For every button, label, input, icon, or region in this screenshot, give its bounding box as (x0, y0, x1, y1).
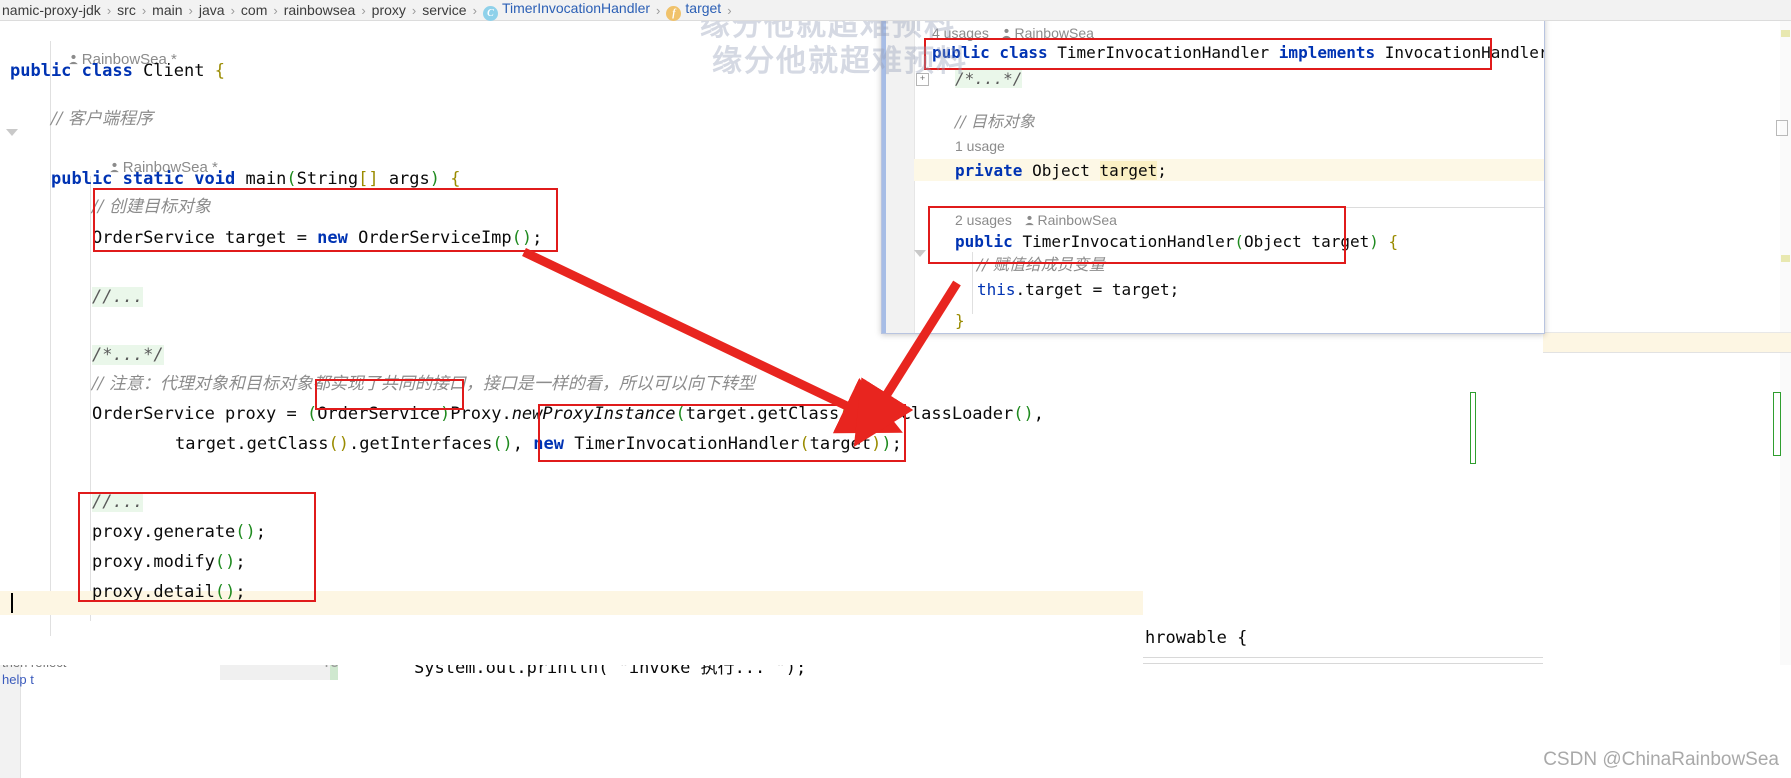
popup-ctor-body: this.target = target; (977, 280, 1180, 299)
popup-fold-comment: /*...*/ (955, 69, 1023, 88)
breadcrumb-item-main[interactable]: main (146, 2, 188, 18)
code-line-block-ellipsis: /*...*/ (92, 345, 164, 365)
fold-arrow-icon[interactable] (6, 129, 18, 136)
annotation-box-new-handler (538, 404, 906, 462)
popup-fold-comment-label: /*...*/ (955, 69, 1023, 88)
breadcrumb-item-com[interactable]: com (235, 2, 273, 18)
popup-field-decl: private Object target; (955, 161, 1167, 180)
background-code-throws: hrowable { (1145, 628, 1248, 648)
annotation-box-proxy-calls (78, 492, 316, 602)
right-current-line-highlight (1543, 333, 1791, 352)
annotation-box-cast (315, 379, 464, 410)
popup-fold-arrow-icon[interactable] (914, 250, 926, 257)
breadcrumb-item-field[interactable]: f target (660, 0, 727, 21)
right-marker-green (1470, 392, 1476, 464)
watermark-corner: CSDN @ChinaRainbowSea (1543, 749, 1779, 770)
right-marker-green-2 (1773, 392, 1781, 456)
scrollbar-marker-1 (1781, 30, 1790, 37)
comment-block-ellipsis: /*...*/ (92, 345, 164, 365)
popup-usages-field[interactable]: 1 usage (955, 138, 1005, 154)
breadcrumb-item-java[interactable]: java (193, 2, 231, 18)
breadcrumb-item-module[interactable]: namic-proxy-jdk (0, 2, 107, 18)
code-line-ellipsis-1: //... (92, 287, 144, 307)
right-divider-1 (1543, 352, 1791, 353)
comment-ellipsis-1: //... (92, 287, 144, 307)
code-line-comment-client: // 客户端程序 (51, 111, 153, 128)
code-line-class-decl: public class Client { (10, 61, 225, 81)
breadcrumb-separator: › (727, 2, 732, 18)
annotation-box-target-creation (93, 188, 558, 252)
indent-guide-1 (50, 41, 51, 636)
fold-expand-icon[interactable]: + (916, 73, 929, 86)
comment-client-program: // 客户端程序 (51, 109, 153, 129)
ide-screenshot-root: then reflect help t 46 System.out.printl… (0, 0, 1791, 778)
editor-fold-column[interactable] (22, 21, 52, 665)
scrollbar-marker-2 (1781, 255, 1790, 262)
breadcrumb-field-label: target (685, 0, 722, 16)
field-icon: f (666, 5, 682, 21)
breadcrumb: namic-proxy-jdk › src › main › java › co… (0, 0, 1791, 21)
breadcrumb-item-src[interactable]: src (111, 2, 142, 18)
popup-field-comment: // 目标对象 (955, 114, 1035, 130)
breadcrumb-item-service[interactable]: service (416, 2, 472, 18)
code-line-main-decl: public static void main(String[] args) { (51, 169, 461, 189)
popup-ctor-close: } (955, 313, 965, 329)
scrollbar-thumb[interactable] (1776, 120, 1788, 136)
breadcrumb-item-proxy[interactable]: proxy (366, 2, 412, 18)
popup-ctor-close-label: } (955, 311, 965, 330)
breadcrumb-item-rainbowsea[interactable]: rainbowsea (278, 2, 362, 18)
breadcrumb-class-label: TimerInvocationHandler (501, 0, 651, 16)
popup-field-name-highlight: target (1099, 161, 1158, 180)
class-icon: C (482, 5, 498, 21)
background-left-label-2: help t (2, 672, 34, 687)
editor-gutter[interactable] (0, 21, 23, 665)
annotation-box-class-decl (924, 38, 1492, 70)
popup-field-comment-label: // 目标对象 (955, 112, 1035, 131)
breadcrumb-item-class[interactable]: C TimerInvocationHandler (477, 0, 656, 21)
text-caret (11, 593, 13, 613)
annotation-box-ctor-decl (928, 206, 1346, 264)
